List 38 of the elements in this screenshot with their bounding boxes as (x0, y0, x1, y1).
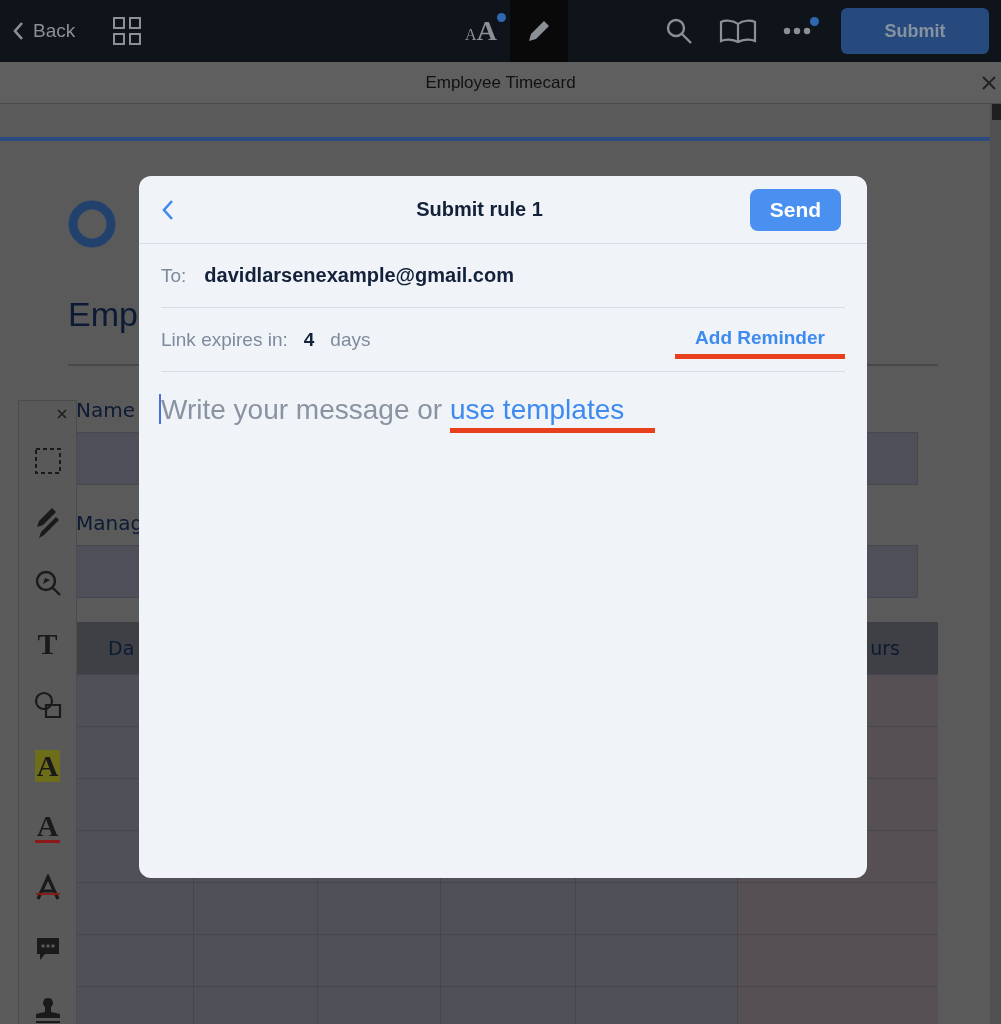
recipient-email: davidlarsenexample@gmail.com (204, 264, 514, 287)
document-heading: Emp (68, 294, 138, 335)
logo-ring-icon[interactable] (68, 200, 116, 248)
scrollbar[interactable] (990, 104, 1001, 1024)
message-placeholder: Write your message or (161, 394, 444, 426)
dialog-title: Submit rule 1 (415, 198, 544, 221)
chevron-left-icon[interactable] (12, 21, 24, 41)
magnifier-icon[interactable] (33, 569, 62, 597)
document-title: Employee Timecard (425, 72, 576, 93)
shapes-icon[interactable] (33, 691, 62, 719)
close-icon[interactable] (57, 409, 67, 419)
message-field[interactable]: Write your message or use templates (139, 372, 867, 455)
expiry-value: 4 (303, 328, 315, 351)
expiry-label: Link expires in: (161, 328, 288, 351)
chevron-left-icon[interactable] (161, 198, 175, 221)
book-icon[interactable] (719, 19, 757, 43)
toolbar-tool[interactable] (510, 0, 568, 62)
toolbar-tool[interactable]: AA (452, 0, 510, 62)
expiry-unit: days (330, 328, 371, 351)
strikethrough-icon[interactable] (34, 874, 61, 902)
back-button[interactable]: Back (12, 20, 76, 42)
text-cursor (159, 394, 161, 424)
submit-button[interactable]: Submit (841, 8, 989, 54)
add-reminder-link[interactable]: Add Reminder (695, 320, 825, 349)
more-icon[interactable] (783, 27, 811, 35)
send-button[interactable]: Send (750, 188, 841, 231)
text-tool-icon[interactable]: T (35, 628, 60, 660)
scroll-thumb[interactable] (992, 104, 1001, 120)
search-icon[interactable] (665, 17, 693, 45)
close-icon[interactable] (981, 75, 997, 91)
selection-icon[interactable] (33, 447, 62, 475)
field-label: Name (76, 397, 135, 424)
highlight-tool-icon[interactable]: A (34, 750, 61, 782)
stamp-icon[interactable] (33, 996, 62, 1024)
grid-icon[interactable] (113, 17, 142, 45)
use-templates-link[interactable]: use templates (449, 394, 655, 426)
pencil-icon[interactable] (526, 18, 552, 44)
recipient-label: To: (161, 264, 187, 287)
